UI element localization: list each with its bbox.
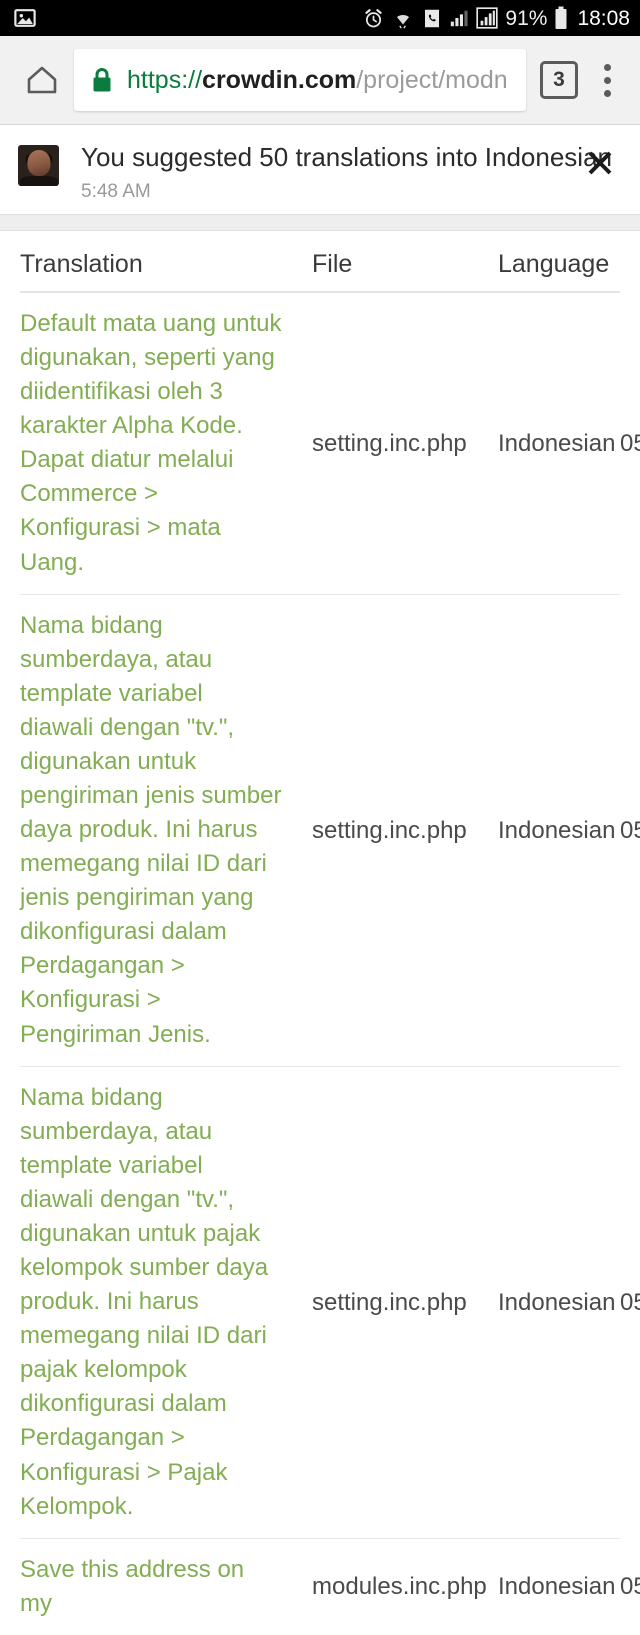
cell-translation[interactable]: Default mata uang untuk digunakan, seper… (20, 307, 312, 580)
battery-percent: 91% (505, 6, 548, 30)
cell-file: setting.inc.php (312, 1288, 467, 1316)
avatar (18, 145, 59, 186)
close-icon[interactable] (578, 141, 622, 185)
status-bar-clock: 18:08 (577, 6, 630, 30)
notification-title: You suggested 50 translations into Indon… (81, 142, 612, 172)
cell-file: setting.inc.php (312, 429, 467, 457)
status-bar-left (14, 7, 363, 29)
cell-date: 05 (620, 1573, 640, 1601)
cell-translation[interactable]: Nama bidang sumberdaya, atau template va… (20, 1081, 312, 1524)
wifi-icon (391, 8, 415, 29)
signal-bars-boxed-icon (476, 7, 499, 29)
notification-timestamp: 5:48 AM (81, 180, 151, 202)
column-header-language[interactable]: Language (498, 252, 620, 277)
url-scheme: https:// (127, 67, 203, 93)
browser-toolbar: https://crowdin.com/project/modn 3 (0, 36, 640, 125)
phone-icon (422, 8, 442, 29)
translations-table: Translation File Language Default mata u… (0, 231, 640, 1635)
signal-bars-icon (449, 8, 469, 28)
cell-date: 05 (620, 429, 640, 457)
menu-dot (603, 63, 611, 71)
android-status-bar: 91% 18:08 (0, 0, 640, 36)
url-text: https://crowdin.com/project/modn (127, 68, 508, 93)
cell-language: Indonesian (498, 1573, 616, 1601)
table-header-row: Translation File Language (20, 231, 620, 293)
cell-date: 05 (620, 1288, 640, 1316)
overflow-menu-icon[interactable] (592, 58, 622, 102)
menu-dot (603, 89, 611, 97)
home-icon[interactable] (14, 52, 70, 108)
cell-date: 05 (620, 816, 640, 844)
alarm-clock-icon (363, 8, 384, 29)
url-path: /project/modn (356, 67, 508, 93)
cell-translation[interactable]: Save this address on my (20, 1553, 312, 1621)
cell-translation[interactable]: Nama bidang sumberdaya, atau template va… (20, 609, 312, 1052)
column-header-translation[interactable]: Translation (20, 252, 312, 277)
table-row[interactable]: Default mata uang untuk digunakan, seper… (20, 293, 640, 595)
table-row[interactable]: Save this address on my modules.inc.php … (20, 1539, 640, 1635)
menu-dot (603, 76, 611, 84)
lock-icon (90, 66, 114, 94)
section-divider (0, 214, 640, 231)
avatar-face (27, 150, 50, 177)
url-host: crowdin.com (202, 67, 357, 93)
notification-content: You suggested 50 translations into Indon… (81, 142, 612, 202)
table-row[interactable]: Nama bidang sumberdaya, atau template va… (20, 1067, 640, 1539)
column-header-file[interactable]: File (312, 252, 498, 277)
battery-icon (554, 6, 568, 30)
avatar-body (19, 176, 58, 186)
cell-file: setting.inc.php (312, 816, 467, 844)
notification-banner[interactable]: You suggested 50 translations into Indon… (0, 125, 640, 214)
cell-language: Indonesian (498, 1288, 616, 1316)
cell-file: modules.inc.php (312, 1573, 487, 1601)
status-bar-right: 91% 18:08 (363, 6, 630, 30)
cell-language: Indonesian (498, 816, 616, 844)
url-bar[interactable]: https://crowdin.com/project/modn (74, 49, 526, 111)
table-row[interactable]: Nama bidang sumberdaya, atau template va… (20, 595, 640, 1067)
tab-counter-button[interactable]: 3 (540, 61, 578, 99)
cell-language: Indonesian (498, 429, 616, 457)
image-icon (14, 7, 36, 29)
